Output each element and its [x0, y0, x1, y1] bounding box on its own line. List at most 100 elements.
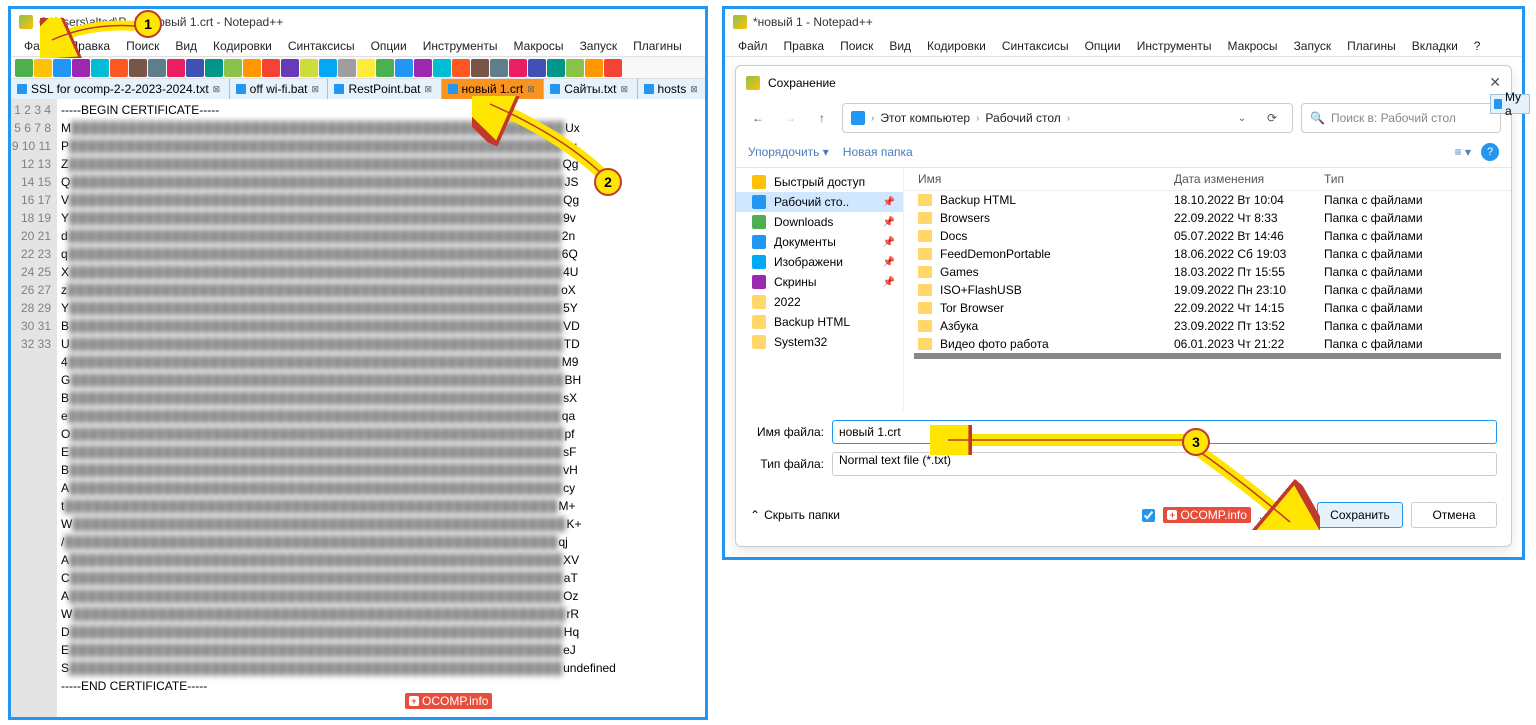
- help-icon[interactable]: ?: [1481, 143, 1499, 161]
- menu-item[interactable]: Опции: [364, 37, 414, 55]
- menu-item[interactable]: Файл: [731, 37, 775, 55]
- close-icon[interactable]: ⊠: [213, 84, 223, 94]
- menu-item[interactable]: Кодировки: [206, 37, 279, 55]
- back-icon[interactable]: ←: [746, 106, 770, 130]
- file-row[interactable]: Видео фото работа06.01.2023 Чт 21:22Папк…: [904, 335, 1511, 353]
- sidebar-item[interactable]: System32: [736, 332, 903, 352]
- toolbar-icon[interactable]: [34, 59, 52, 77]
- toolbar-icon[interactable]: [186, 59, 204, 77]
- menu-item[interactable]: Инструменты: [1130, 37, 1219, 55]
- file-row[interactable]: Азбука23.09.2022 Пт 13:52Папка с файлами: [904, 317, 1511, 335]
- toolbar-icon[interactable]: [509, 59, 527, 77]
- toolbar-icon[interactable]: [281, 59, 299, 77]
- save-button[interactable]: Сохранить: [1317, 502, 1403, 528]
- toolbar-icon[interactable]: [338, 59, 356, 77]
- col-type[interactable]: Тип: [1324, 172, 1444, 186]
- file-row[interactable]: Backup HTML18.10.2022 Вт 10:04Папка с фа…: [904, 191, 1511, 209]
- new-folder-button[interactable]: Новая папка: [843, 145, 913, 159]
- close-icon[interactable]: ⊠: [311, 84, 321, 94]
- toolbar-icon[interactable]: [585, 59, 603, 77]
- sidebar-item[interactable]: 2022: [736, 292, 903, 312]
- toolbar-icon[interactable]: [414, 59, 432, 77]
- toolbar-icon[interactable]: [129, 59, 147, 77]
- organize-menu[interactable]: Упорядочить ▾: [748, 145, 829, 159]
- menu-item[interactable]: Инструменты: [416, 37, 505, 55]
- breadcrumb[interactable]: Рабочий стол: [985, 111, 1060, 125]
- close-icon[interactable]: ⊠: [527, 84, 537, 94]
- toolbar-icon[interactable]: [72, 59, 90, 77]
- view-menu-icon[interactable]: ≡ ▾: [1455, 145, 1471, 159]
- sidebar-item[interactable]: Downloads📌: [736, 212, 903, 232]
- menu-item[interactable]: Синтаксисы: [995, 37, 1076, 55]
- file-row[interactable]: Browsers22.09.2022 Чт 8:33Папка с файлам…: [904, 209, 1511, 227]
- toolbar-icon[interactable]: [243, 59, 261, 77]
- toolbar-icon[interactable]: [528, 59, 546, 77]
- file-row[interactable]: Games18.03.2022 Пт 15:55Папка с файлами: [904, 263, 1511, 281]
- menu-item[interactable]: Плагины: [1340, 37, 1403, 55]
- close-icon[interactable]: ⊠: [621, 84, 631, 94]
- chevron-down-icon[interactable]: ⌄: [1230, 106, 1254, 130]
- toolbar-icon[interactable]: [91, 59, 109, 77]
- toolbar-icon[interactable]: [148, 59, 166, 77]
- menu-item[interactable]: Запуск: [573, 37, 625, 55]
- col-name[interactable]: Имя: [904, 172, 1174, 186]
- tab[interactable]: off wi-fi.bat⊠: [230, 79, 329, 99]
- menu-item[interactable]: Запуск: [1287, 37, 1339, 55]
- file-row[interactable]: Tor Browser22.09.2022 Чт 14:15Папка с фа…: [904, 299, 1511, 317]
- close-icon[interactable]: ⊠: [690, 84, 700, 94]
- menu-item[interactable]: Макросы: [1221, 37, 1285, 55]
- tab[interactable]: RestPoint.bat⊠: [328, 79, 441, 99]
- toolbar-icon[interactable]: [224, 59, 242, 77]
- menu-item[interactable]: Макросы: [507, 37, 571, 55]
- toolbar-icon[interactable]: [452, 59, 470, 77]
- hide-folders-toggle[interactable]: ⌃ Скрыть папки: [750, 508, 840, 522]
- breadcrumb[interactable]: Этот компьютер: [880, 111, 970, 125]
- menu-item[interactable]: ?: [1467, 37, 1488, 55]
- file-row[interactable]: FeedDemonPortable18.06.2022 Сб 19:03Папк…: [904, 245, 1511, 263]
- menu-item[interactable]: Правка: [777, 37, 832, 55]
- col-date[interactable]: Дата изменения: [1174, 172, 1324, 186]
- toolbar-icon[interactable]: [604, 59, 622, 77]
- tab[interactable]: hosts⊠: [638, 79, 705, 99]
- sidebar-item[interactable]: Документы📌: [736, 232, 903, 252]
- address-bar[interactable]: › Этот компьютер › Рабочий стол › ⌄ ⟳: [842, 103, 1293, 133]
- toolbar-icon[interactable]: [566, 59, 584, 77]
- menu-item[interactable]: Вид: [168, 37, 204, 55]
- file-list[interactable]: Имя Дата изменения Тип Backup HTML18.10.…: [904, 168, 1511, 410]
- tab[interactable]: SSL for ocomp-2-2-2023-2024.txt⊠: [11, 79, 230, 99]
- toolbar-icon[interactable]: [376, 59, 394, 77]
- sidebar-item[interactable]: Скрины📌: [736, 272, 903, 292]
- toolbar-icon[interactable]: [490, 59, 508, 77]
- toolbar-icon[interactable]: [53, 59, 71, 77]
- sidebar-item[interactable]: Рабочий сто..📌: [736, 192, 903, 212]
- forward-icon[interactable]: →: [778, 106, 802, 130]
- menu-item[interactable]: Вкладки: [1405, 37, 1465, 55]
- tab[interactable]: My a: [1490, 94, 1530, 114]
- close-icon[interactable]: ✕: [1489, 74, 1501, 91]
- toolbar-icon[interactable]: [167, 59, 185, 77]
- sidebar-item[interactable]: Быстрый доступ: [736, 172, 903, 192]
- menu-item[interactable]: Синтаксисы: [281, 37, 362, 55]
- toolbar-icon[interactable]: [300, 59, 318, 77]
- scrollbar[interactable]: [914, 353, 1501, 359]
- toolbar-icon[interactable]: [433, 59, 451, 77]
- toolbar-icon[interactable]: [262, 59, 280, 77]
- toolbar-icon[interactable]: [205, 59, 223, 77]
- sidebar-item[interactable]: Backup HTML: [736, 312, 903, 332]
- file-row[interactable]: ISO+FlashUSB19.09.2022 Пн 23:10Папка с ф…: [904, 281, 1511, 299]
- up-icon[interactable]: ↑: [810, 106, 834, 130]
- append-extension-checkbox[interactable]: [1142, 509, 1155, 522]
- menu-item[interactable]: Вид: [882, 37, 918, 55]
- toolbar-icon[interactable]: [15, 59, 33, 77]
- toolbar-icon[interactable]: [395, 59, 413, 77]
- toolbar-icon[interactable]: [547, 59, 565, 77]
- menu-item[interactable]: Кодировки: [920, 37, 993, 55]
- menu-item[interactable]: Поиск: [833, 37, 880, 55]
- sidebar-item[interactable]: Изображени📌: [736, 252, 903, 272]
- search-input[interactable]: 🔍 Поиск в: Рабочий стол: [1301, 103, 1501, 133]
- file-row[interactable]: Docs05.07.2022 Вт 14:46Папка с файлами: [904, 227, 1511, 245]
- menu-item[interactable]: Плагины: [626, 37, 689, 55]
- toolbar-icon[interactable]: [357, 59, 375, 77]
- toolbar-icon[interactable]: [471, 59, 489, 77]
- cancel-button[interactable]: Отмена: [1411, 502, 1497, 528]
